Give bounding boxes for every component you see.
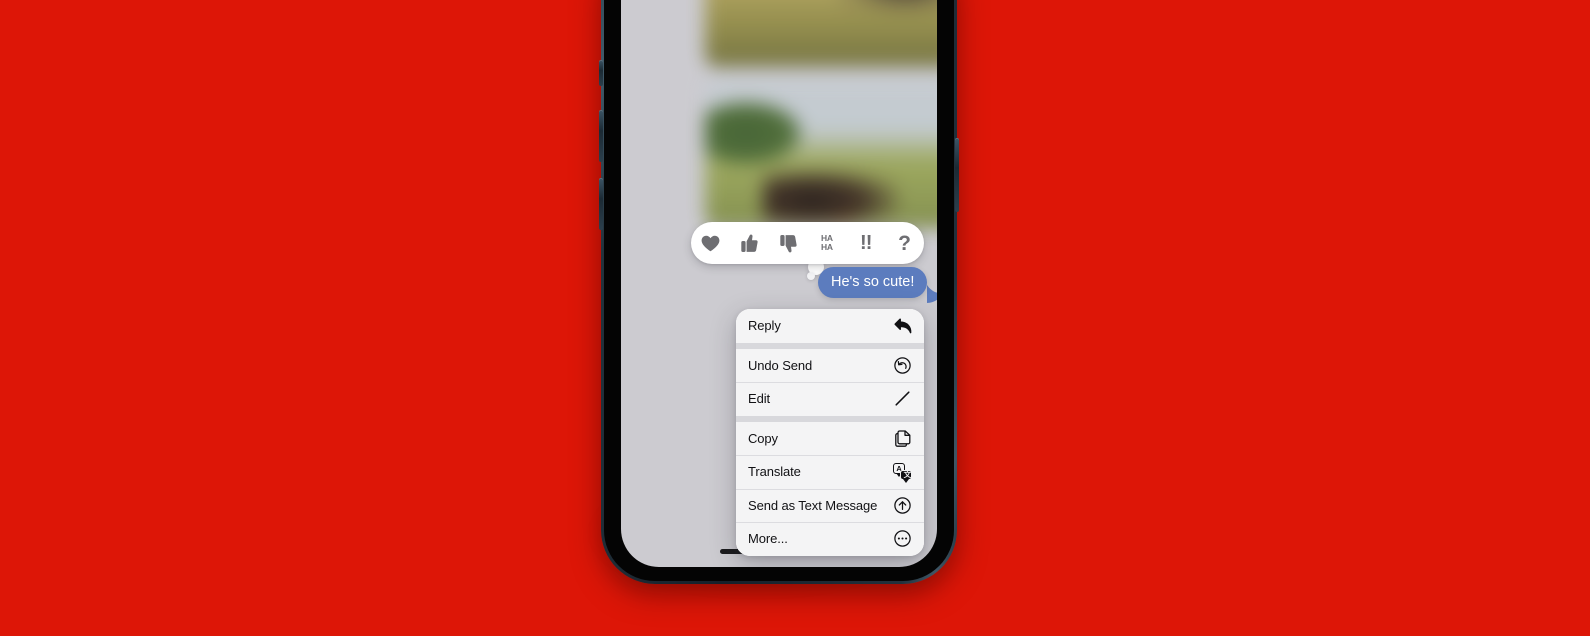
volume-up-button[interactable] — [599, 110, 603, 162]
messages-conversation: HA HA !! ? He's so cute! Reply Undo Send… — [621, 0, 937, 567]
question-icon[interactable]: ? — [890, 228, 920, 258]
tapback-tail-small — [807, 272, 815, 280]
context-menu-item-translate[interactable]: Translate A 文 — [736, 455, 924, 489]
volume-down-button[interactable] — [599, 178, 603, 230]
photo-attachment-1[interactable] — [705, 0, 937, 67]
photo-attachment-stack — [705, 0, 937, 239]
photo-highlight — [825, 182, 859, 224]
context-menu-group-1: Reply — [736, 309, 924, 343]
thumbs-down-icon[interactable] — [773, 228, 803, 258]
haha-icon[interactable]: HA HA — [812, 228, 842, 258]
pencil-icon — [893, 389, 912, 408]
translate-bubble-2-char: 文 — [903, 469, 912, 479]
tapback-reaction-bar[interactable]: HA HA !! ? — [691, 222, 924, 264]
context-menu-item-label: Send as Text Message — [748, 497, 878, 513]
context-menu-item-edit[interactable]: Edit — [736, 382, 924, 416]
sent-message-text: He's so cute! — [831, 274, 915, 290]
thumbs-up-icon[interactable] — [734, 228, 764, 258]
context-menu-item-copy[interactable]: Copy — [736, 421, 924, 455]
context-menu-item-label: More... — [748, 531, 788, 547]
undo-circle-icon — [893, 356, 912, 375]
question-label: ? — [898, 231, 911, 255]
sent-message-bubble[interactable]: He's so cute! — [818, 267, 928, 298]
heart-icon[interactable] — [695, 228, 725, 258]
mute-switch-button[interactable] — [599, 60, 603, 86]
message-context-menu[interactable]: Reply Undo Send Edit Copy Translate A 文 … — [736, 309, 924, 556]
phone-screen: HA HA !! ? He's so cute! Reply Undo Send… — [621, 0, 937, 567]
ellipsis-circle-icon — [893, 529, 912, 548]
iphone-device: HA HA !! ? He's so cute! Reply Undo Send… — [599, 0, 959, 584]
exclamation-icon[interactable]: !! — [851, 228, 881, 258]
context-menu-item-label: Reply — [748, 318, 781, 334]
context-menu-item-label: Translate — [748, 464, 801, 480]
context-menu-group-2: Undo Send Edit — [736, 348, 924, 416]
power-button[interactable] — [955, 138, 959, 212]
context-menu-item-label: Undo Send — [748, 357, 813, 373]
context-menu-group-3: Copy Translate A 文 Send as Text Message … — [736, 421, 924, 556]
exclamation-label: !! — [860, 232, 872, 254]
context-menu-item-more[interactable]: More... — [736, 522, 924, 556]
context-menu-item-label: Edit — [748, 391, 771, 407]
arrow-up-circle-icon — [893, 496, 912, 515]
context-menu-item-send-as-text-message[interactable]: Send as Text Message — [736, 488, 924, 522]
photo-attachment-2[interactable] — [705, 78, 937, 228]
translate-icon: A 文 — [893, 462, 912, 483]
reply-arrow-icon — [893, 316, 912, 335]
message-bubble-tail — [927, 285, 937, 303]
context-menu-item-undo-send[interactable]: Undo Send — [736, 348, 924, 382]
haha-line-2: HA — [820, 242, 833, 252]
copy-icon — [893, 429, 912, 448]
context-menu-item-reply[interactable]: Reply — [736, 309, 924, 343]
context-menu-item-label: Copy — [748, 430, 778, 446]
